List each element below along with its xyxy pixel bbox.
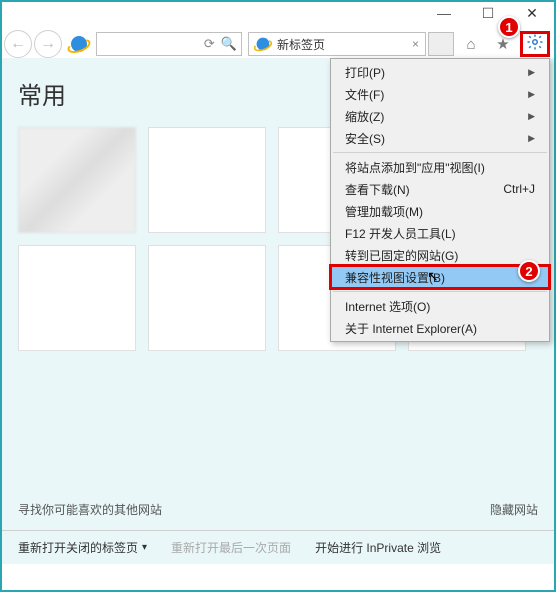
- site-tile[interactable]: [18, 245, 136, 351]
- menu-zoom[interactable]: 缩放(Z)▶: [331, 105, 549, 127]
- menu-view-downloads[interactable]: 查看下载(N)Ctrl+J: [331, 178, 549, 200]
- menu-file[interactable]: 文件(F)▶: [331, 83, 549, 105]
- menu-f12-devtools[interactable]: F12 开发人员工具(L): [331, 222, 549, 244]
- menu-separator: [333, 152, 547, 153]
- discover-sites-link[interactable]: 寻找你可能喜欢的其他网站: [18, 501, 162, 518]
- new-tab-button[interactable]: [428, 32, 454, 56]
- reopen-closed-tabs-link[interactable]: 重新打开关闭的标签页 ▾: [18, 539, 147, 556]
- site-tile[interactable]: [148, 127, 266, 233]
- footer-bar: 重新打开关闭的标签页 ▾ 重新打开最后一次页面 开始进行 InPrivate 浏…: [2, 530, 554, 564]
- menu-about-ie[interactable]: 关于 Internet Explorer(A): [331, 317, 549, 339]
- submenu-arrow-icon: ▶: [528, 133, 535, 144]
- back-button[interactable]: ←: [4, 30, 32, 58]
- minimize-button[interactable]: —: [422, 2, 466, 24]
- site-tile[interactable]: [18, 127, 136, 233]
- menu-internet-options[interactable]: Internet 选项(O): [331, 295, 549, 317]
- submenu-arrow-icon: ▶: [528, 67, 535, 78]
- tools-gear-button[interactable]: [520, 31, 550, 57]
- menu-pinned-sites[interactable]: 转到已固定的网站(G): [331, 244, 549, 266]
- title-bar: — ☐ ✕: [2, 2, 554, 30]
- bottom-links: 寻找你可能喜欢的其他网站 隐藏网站: [18, 501, 538, 518]
- address-bar[interactable]: ⟳ 🔍: [96, 32, 242, 56]
- menu-print[interactable]: 打印(P)▶: [331, 61, 549, 83]
- tab-strip: 新标签页 ×: [248, 32, 454, 56]
- annotation-callout-2: 2: [518, 260, 540, 282]
- menu-add-to-apps[interactable]: 将站点添加到"应用"视图(I): [331, 156, 549, 178]
- forward-button[interactable]: →: [34, 30, 62, 58]
- menu-safety[interactable]: 安全(S)▶: [331, 127, 549, 149]
- submenu-arrow-icon: ▶: [528, 111, 535, 122]
- tools-menu: 打印(P)▶ 文件(F)▶ 缩放(Z)▶ 安全(S)▶ 将站点添加到"应用"视图…: [330, 58, 550, 342]
- toolbar: ← → ⟳ 🔍 新标签页 × ⌂ ★: [2, 30, 554, 58]
- search-icon[interactable]: 🔍: [221, 36, 237, 52]
- refresh-icon[interactable]: ⟳: [204, 36, 215, 52]
- site-tile[interactable]: [148, 245, 266, 351]
- menu-compatibility-view-settings[interactable]: 兼容性视图设置(B) ↖: [331, 266, 549, 288]
- inprivate-browsing-link[interactable]: 开始进行 InPrivate 浏览: [315, 539, 441, 556]
- tab-title: 新标签页: [277, 36, 406, 53]
- annotation-callout-1: 1: [498, 16, 520, 38]
- menu-manage-addons[interactable]: 管理加载项(M): [331, 200, 549, 222]
- tab-close-icon[interactable]: ×: [412, 37, 419, 51]
- ie-logo-icon: [68, 33, 90, 55]
- reopen-last-session-link[interactable]: 重新打开最后一次页面: [171, 539, 291, 556]
- chevron-down-icon: ▾: [142, 542, 147, 553]
- gear-icon: [526, 33, 544, 55]
- hide-sites-link[interactable]: 隐藏网站: [490, 501, 538, 518]
- browser-tab[interactable]: 新标签页 ×: [248, 32, 426, 56]
- submenu-arrow-icon: ▶: [528, 89, 535, 100]
- home-icon[interactable]: ⌂: [456, 31, 486, 57]
- tab-favicon-icon: [257, 38, 270, 51]
- menu-separator: [333, 291, 547, 292]
